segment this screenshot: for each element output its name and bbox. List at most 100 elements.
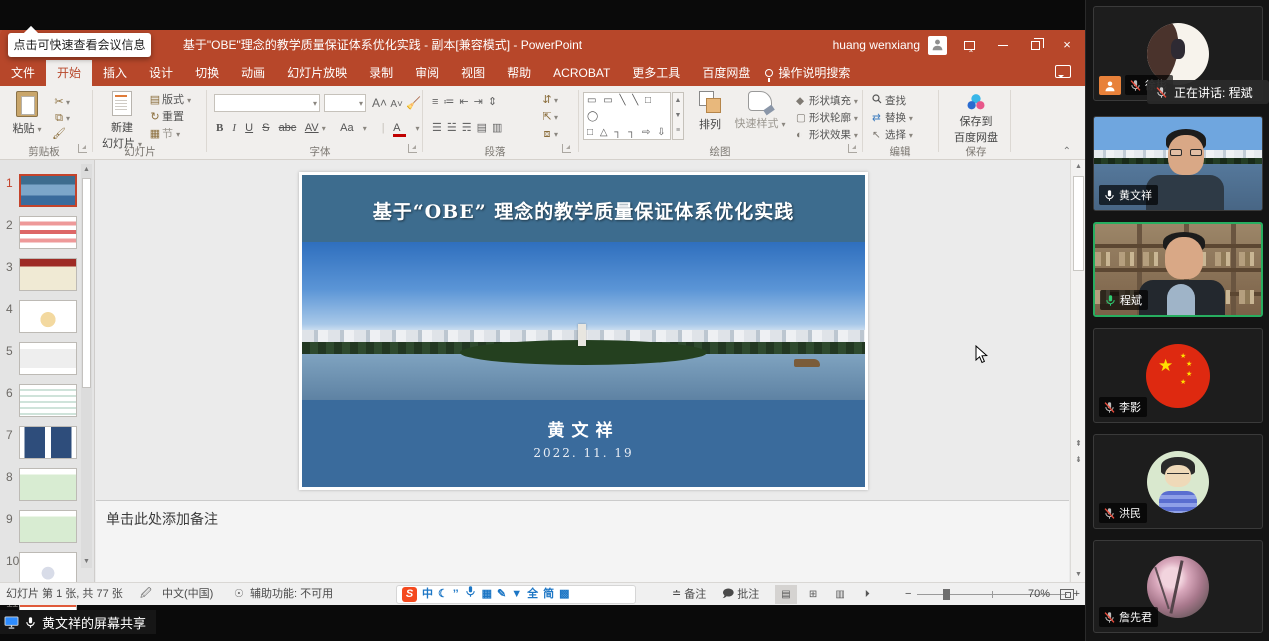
shapes-gallery-scroll[interactable]: ▲▼≡ — [672, 92, 684, 140]
scroll-up-icon[interactable]: ▲ — [1071, 160, 1086, 174]
ime-chinese-mode[interactable]: 中 — [422, 585, 433, 604]
tab-insert[interactable]: 插入 — [92, 60, 138, 86]
font-color-button[interactable]: A — [393, 122, 406, 137]
shape-fill-button[interactable]: ◆形状填充 ▾ — [796, 93, 858, 110]
thumbnail-item[interactable]: 4 — [0, 300, 80, 338]
ime-halfwidth-icon[interactable]: ☾ — [438, 585, 448, 604]
clipboard-dialog-launcher[interactable] — [78, 144, 87, 153]
participant-tile[interactable]: 詹先君 — [1093, 540, 1263, 633]
reading-view-button[interactable]: ▥ — [829, 585, 851, 604]
smartart-button[interactable]: ⧈▾ — [540, 126, 558, 142]
editor-scroll-thumb[interactable] — [1073, 176, 1084, 271]
tab-file[interactable]: 文件 — [0, 60, 46, 86]
editor-scrollbar[interactable]: ▲ ⇞ ⇟ ▼ — [1070, 160, 1085, 582]
ribbon-display-options-button[interactable] — [953, 30, 985, 60]
scroll-up-icon[interactable]: ▲ — [81, 164, 92, 176]
arrange-button[interactable]: 排列 — [692, 91, 728, 132]
participant-tile[interactable]: 洪民 — [1093, 434, 1263, 529]
screen-share-bar[interactable]: 黄文祥的屏幕共享 — [0, 610, 156, 634]
font-dialog-launcher[interactable] — [408, 144, 417, 153]
minimize-button[interactable] — [987, 30, 1019, 60]
zoom-slider-knob[interactable] — [943, 589, 950, 600]
thumbnail-item[interactable]: 3 — [0, 258, 80, 296]
ime-simplified-mode[interactable]: 简 — [543, 585, 554, 604]
thumbnail-slide-7[interactable] — [19, 426, 77, 459]
ime-handwriting-icon[interactable]: ✎ — [497, 585, 506, 604]
cut-button[interactable]: ✂▾ — [52, 94, 70, 110]
select-button[interactable]: ↖选择 ▾ — [872, 127, 913, 144]
layout-button[interactable]: ▤版式 ▾ — [148, 92, 191, 108]
shape-outline-button[interactable]: ▢形状轮廓 ▾ — [796, 110, 858, 127]
thumbnail-slide-6[interactable] — [19, 384, 77, 417]
format-painter-button[interactable]: 🖌 — [52, 126, 66, 142]
ime-keyboard-icon[interactable]: ▦ — [482, 585, 492, 604]
thumbnail-slide-5[interactable] — [19, 342, 77, 375]
thumbnail-item[interactable]: 8 — [0, 468, 80, 506]
find-button[interactable]: 查找 — [872, 93, 906, 110]
quick-styles-button[interactable]: 快速样式 ▾ — [732, 91, 788, 131]
sogou-logo[interactable]: S — [402, 587, 417, 602]
align-text-button[interactable]: ⇱▾ — [540, 109, 558, 125]
thumbnail-item[interactable]: 7 — [0, 426, 80, 464]
zoom-out-button[interactable]: − — [905, 588, 911, 600]
account-name[interactable]: huang wenxiang — [833, 30, 920, 60]
thumbnail-item[interactable]: 5 — [0, 342, 80, 380]
thumbnail-item[interactable]: 9 — [0, 510, 80, 548]
tab-acrobat[interactable]: ACROBAT — [542, 60, 621, 86]
ime-skin-icon[interactable]: ▼ — [511, 585, 522, 604]
tab-more-tools[interactable]: 更多工具 — [621, 60, 691, 86]
comments-toggle-button[interactable]: 🗩 批注 — [722, 583, 759, 606]
meeting-tooltip[interactable]: 点击可快速查看会议信息 — [8, 33, 151, 57]
collapse-ribbon-button[interactable]: ⌃ — [1063, 146, 1071, 157]
paragraph-dialog-launcher[interactable] — [562, 144, 571, 153]
underline-button[interactable]: U — [245, 122, 253, 134]
shape-effects-button[interactable]: ◐形状效果 ▾ — [796, 127, 858, 144]
thumbnail-slide-4[interactable] — [19, 300, 77, 333]
change-case-button[interactable]: Aa ▾ — [340, 122, 373, 134]
drawing-dialog-launcher[interactable] — [848, 144, 857, 153]
thumbnail-slide-10[interactable] — [19, 552, 77, 585]
tab-design[interactable]: 设计 — [138, 60, 184, 86]
strikethrough-button[interactable]: S — [262, 122, 269, 134]
normal-view-button[interactable]: ▤ — [775, 585, 797, 604]
language-status[interactable]: 中文(中国) — [162, 583, 213, 606]
scroll-down-icon[interactable]: ▼ — [1071, 568, 1086, 582]
participant-tile[interactable]: 黄文祥 — [1093, 116, 1263, 211]
zoom-in-button[interactable]: + — [1073, 588, 1079, 600]
scroll-down-icon[interactable]: ▼ — [81, 556, 92, 568]
tab-transitions[interactable]: 切换 — [184, 60, 230, 86]
thumbnail-slide-2[interactable] — [19, 216, 77, 249]
close-button[interactable]: × — [1051, 30, 1083, 60]
thumbnail-item[interactable]: 1 — [0, 174, 80, 212]
previous-slide-button[interactable]: ⇞ — [1071, 436, 1086, 451]
tab-review[interactable]: 审阅 — [404, 60, 450, 86]
tab-record[interactable]: 录制 — [358, 60, 404, 86]
shapes-gallery[interactable]: ▭ ▭ ╲ ╲ □ ◯□ △ ┐ ┐ ⇨ ⇩▱ ⌒ ∿ ～ { } — [583, 92, 671, 140]
ime-voice-icon[interactable] — [464, 585, 477, 605]
grow-shrink-font[interactable]: A˄ A˅ 🧹 — [372, 95, 421, 111]
thumbnail-slide-9[interactable] — [19, 510, 77, 543]
section-button[interactable]: ▦节 ▾ — [148, 126, 180, 142]
thumbnail-item[interactable]: 2 — [0, 216, 80, 254]
tab-view[interactable]: 视图 — [450, 60, 496, 86]
spellcheck-icon[interactable]: 🖉 — [140, 583, 152, 606]
fit-to-window-button[interactable] — [1060, 583, 1074, 606]
next-slide-button[interactable]: ⇟ — [1071, 452, 1086, 467]
participant-tile-speaking[interactable]: 程斌 — [1093, 222, 1263, 317]
ime-toolbar[interactable]: S 中 ☾ ’’ ▦ ✎ ▼ 全 简 ▩ — [396, 585, 636, 604]
thumbnail-slide-8[interactable] — [19, 468, 77, 501]
thumbnails-scroll-thumb[interactable] — [82, 178, 91, 388]
ime-fullwidth-mode[interactable]: 全 — [527, 585, 538, 604]
slideshow-view-button[interactable]: ⏵ — [856, 585, 878, 604]
zoom-level[interactable]: 70% — [1028, 583, 1050, 606]
thumbnail-item[interactable]: 6 — [0, 384, 80, 422]
replace-button[interactable]: ⇄替换 ▾ — [872, 110, 913, 127]
font-name-select[interactable]: ▾ — [214, 94, 320, 112]
notes-toggle-button[interactable]: ≐ 备注 — [672, 583, 706, 606]
notes-pane[interactable]: 单击此处添加备注 — [96, 500, 1069, 582]
accessibility-status[interactable]: 辅助功能: 不可用 — [250, 583, 333, 606]
ime-toolbox-icon[interactable]: ▩ — [559, 585, 569, 604]
bold-button[interactable]: B — [216, 122, 223, 134]
save-to-baidu-button[interactable]: 保存到 百度网盘 — [948, 91, 1004, 145]
paragraph-list-buttons[interactable]: ≡≔⇤⇥⇕ — [432, 94, 502, 110]
